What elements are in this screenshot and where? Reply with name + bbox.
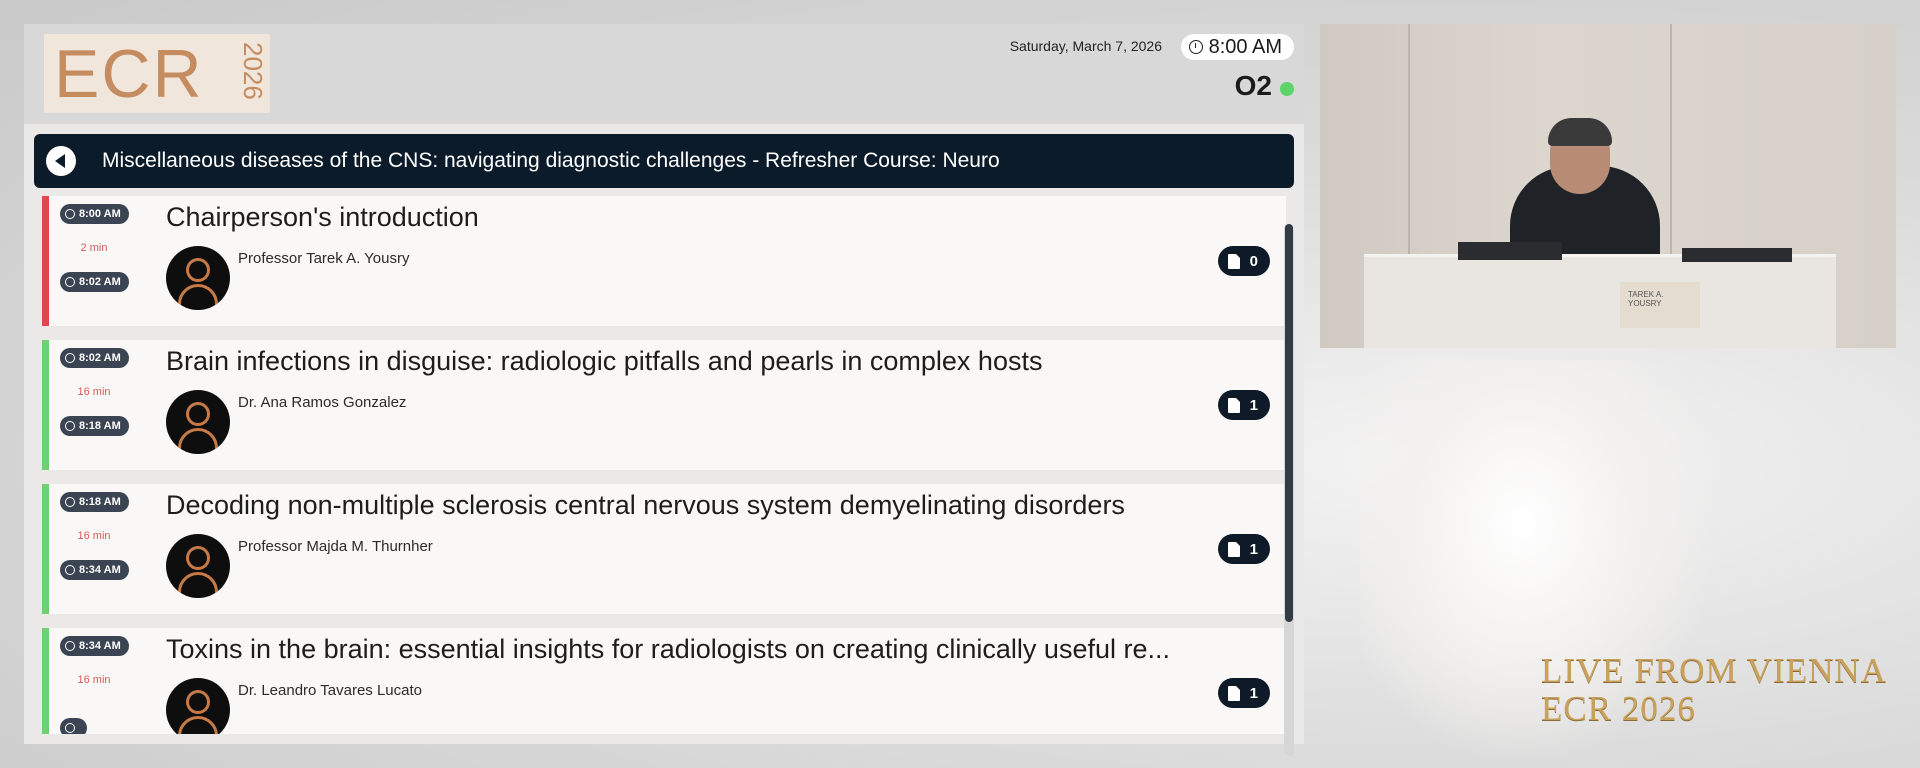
room-status-dot — [1280, 82, 1294, 96]
start-time: 8:02 AM — [79, 352, 121, 364]
agenda-header: ECR 2026 Saturday, March 7, 2026 8:00 AM… — [24, 24, 1304, 124]
duration-label: 16 min — [77, 386, 111, 398]
document-icon — [1227, 253, 1240, 269]
monitor — [1682, 248, 1792, 262]
end-time-pill: 8:18 AM — [60, 416, 129, 436]
document-icon — [1227, 397, 1240, 413]
speaker-avatar — [166, 246, 230, 310]
status-stripe — [42, 628, 49, 734]
session-bar: Miscellaneous diseases of the CNS: navig… — [34, 134, 1294, 188]
clock-icon — [65, 277, 75, 287]
speaker-video: TAREK A. YOUSRY — [1320, 24, 1896, 348]
speaker-name: Dr. Ana Ramos Gonzalez — [238, 394, 407, 411]
documents-button[interactable]: 0 — [1217, 246, 1270, 276]
clock-icon — [65, 497, 75, 507]
status-stripe — [42, 340, 49, 470]
presentation-list[interactable]: 8:00 AM 2 min 8:02 AM Chairperson's intr… — [34, 196, 1286, 734]
wall-panel-line — [1408, 24, 1410, 264]
ecr-logo: ECR 2026 — [44, 34, 270, 113]
date-label: Saturday, March 7, 2026 — [1009, 38, 1162, 54]
current-time: 8:00 AM — [1208, 35, 1282, 58]
speaker-avatar — [166, 678, 230, 734]
clock-icon — [1188, 40, 1203, 54]
clock-icon — [65, 565, 75, 575]
start-time-pill: 8:00 AM — [60, 204, 129, 224]
agenda-panel: ECR 2026 Saturday, March 7, 2026 8:00 AM… — [24, 24, 1304, 756]
speaker-avatar — [166, 534, 230, 598]
laptop — [1458, 242, 1562, 260]
speaker-name: Dr. Leandro Tavares Lucato — [238, 682, 423, 699]
end-time-pill: 8:34 AM — [60, 560, 129, 580]
speaker-avatar — [166, 390, 230, 454]
start-time-pill: 8:02 AM — [60, 348, 129, 368]
documents-count: 1 — [1249, 540, 1258, 558]
start-time: 8:00 AM — [79, 208, 121, 220]
presentation-title[interactable]: Brain infections in disguise: radiologic… — [166, 346, 1186, 377]
list-item[interactable]: 8:18 AM 16 min 8:34 AM Decoding non-mult… — [42, 484, 1286, 614]
clock-pill: 8:00 AM — [1180, 34, 1294, 60]
duration-label: 2 min — [80, 242, 108, 254]
list-item[interactable]: 8:00 AM 2 min 8:02 AM Chairperson's intr… — [42, 196, 1286, 326]
logo-year: 2026 — [238, 42, 268, 100]
clock-icon — [65, 641, 75, 651]
clock-icon — [65, 421, 75, 431]
scrollbar[interactable] — [1284, 224, 1294, 756]
live-line1: LIVE FROM VIENNA — [1541, 651, 1887, 690]
back-button[interactable] — [46, 146, 76, 176]
start-time: 8:18 AM — [79, 496, 121, 508]
presentation-title[interactable]: Toxins in the brain: essential insights … — [166, 634, 1186, 665]
documents-button[interactable]: 1 — [1217, 390, 1270, 420]
end-time: 8:02 AM — [79, 276, 121, 288]
end-time: 8:34 AM — [79, 564, 121, 576]
documents-count: 1 — [1249, 396, 1258, 414]
status-stripe — [42, 196, 49, 326]
documents-button[interactable]: 1 — [1217, 678, 1270, 708]
speaker-name: Professor Majda M. Thurnher — [238, 538, 433, 555]
presentation-title[interactable]: Chairperson's introduction — [166, 202, 1186, 233]
document-icon — [1227, 541, 1240, 557]
clock-icon — [65, 353, 75, 363]
speaker-name: Professor Tarek A. Yousry — [238, 250, 410, 267]
clock-icon — [65, 723, 75, 733]
scrollbar-thumb[interactable] — [1285, 224, 1293, 622]
presenter-hair — [1548, 118, 1612, 146]
documents-count: 1 — [1249, 684, 1258, 702]
list-item[interactable]: 8:02 AM 16 min 8:18 AM Brain infections … — [42, 340, 1286, 470]
presentation-title[interactable]: Decoding non-multiple sclerosis central … — [166, 490, 1186, 521]
back-arrow-icon — [54, 154, 65, 168]
end-time-pill: 8:02 AM — [60, 272, 129, 292]
session-title: Miscellaneous diseases of the CNS: navig… — [102, 149, 1000, 172]
documents-count: 0 — [1249, 252, 1258, 270]
nameplate: TAREK A. YOUSRY — [1620, 282, 1700, 328]
live-branding: LIVE FROM VIENNA ECR 2026 — [1541, 652, 1887, 728]
clock-icon — [65, 209, 75, 219]
list-item[interactable]: 8:34 AM 16 min Toxins in the brain: esse… — [42, 628, 1286, 734]
end-time-pill — [60, 718, 87, 734]
document-icon — [1227, 685, 1240, 701]
wall-panel-line — [1670, 24, 1672, 264]
room-label: O2 — [1234, 70, 1272, 101]
duration-label: 16 min — [77, 530, 111, 542]
start-time-pill: 8:18 AM — [60, 492, 129, 512]
start-time-pill: 8:34 AM — [60, 636, 129, 656]
duration-label: 16 min — [77, 674, 111, 686]
logo-letters: ECR — [54, 36, 204, 112]
end-time: 8:18 AM — [79, 420, 121, 432]
status-stripe — [42, 484, 49, 614]
live-line2: ECR 2026 — [1541, 689, 1696, 728]
documents-button[interactable]: 1 — [1217, 534, 1270, 564]
podium — [1364, 254, 1836, 348]
start-time: 8:34 AM — [79, 640, 121, 652]
